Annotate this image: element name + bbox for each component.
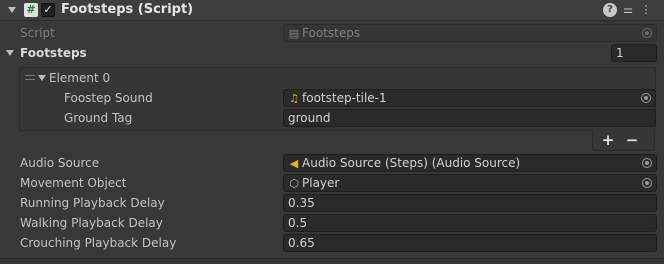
movement-object-label: Movement Object: [20, 176, 127, 190]
walking-delay-label: Walking Playback Delay: [20, 216, 163, 230]
footsteps-label[interactable]: Footsteps: [20, 46, 87, 60]
script-label: Script: [20, 26, 55, 40]
script-field: ▤ Footsteps: [283, 24, 657, 42]
help-icon[interactable]: ?: [603, 3, 617, 17]
music-note-icon: ♫: [289, 92, 299, 105]
ground-tag-label: Ground Tag: [64, 111, 133, 125]
script-file-icon: ▤: [288, 27, 300, 40]
object-picker-icon[interactable]: [642, 178, 652, 188]
script-value: Footsteps: [302, 26, 361, 40]
context-menu-icon[interactable]: ⋮: [639, 3, 653, 17]
object-picker-icon[interactable]: [642, 158, 652, 168]
component-foldout-icon[interactable]: [8, 7, 16, 13]
component-title: Footsteps (Script): [61, 2, 194, 17]
object-picker-icon[interactable]: [641, 93, 651, 103]
audio-source-field[interactable]: ◀ Audio Source (Steps) (Audio Source): [283, 154, 657, 172]
walking-delay-field[interactable]: 0.5: [283, 214, 657, 232]
audio-source-value: Audio Source (Steps) (Audio Source): [302, 156, 521, 170]
audio-source-label: Audio Source: [20, 156, 100, 170]
crouching-delay-label: Crouching Playback Delay: [20, 236, 177, 250]
crouching-delay-field[interactable]: 0.65: [283, 234, 657, 252]
remove-element-button[interactable]: −: [621, 132, 643, 148]
script-component-icon: #: [24, 3, 38, 17]
presets-icon[interactable]: ⚌: [621, 3, 635, 17]
drag-handle-icon[interactable]: [25, 75, 35, 80]
speaker-icon: ◀: [289, 157, 299, 170]
footsteps-size-field[interactable]: 1: [611, 44, 657, 62]
cube-icon: ⬡: [289, 177, 299, 190]
movement-object-field[interactable]: ⬡ Player: [283, 174, 657, 192]
footsteps-foldout-icon[interactable]: [6, 50, 14, 56]
footstep-sound-field[interactable]: ♫ footstep-tile-1: [283, 89, 656, 107]
ground-tag-field[interactable]: ground: [283, 109, 656, 127]
component-enabled-checkbox[interactable]: ✓: [41, 3, 55, 17]
add-element-button[interactable]: +: [597, 132, 619, 148]
footstep-sound-label: Foostep Sound: [64, 91, 153, 105]
object-picker-icon: [642, 28, 652, 38]
component-divider: [0, 258, 664, 259]
element-foldout-icon[interactable]: [38, 75, 46, 81]
running-delay-field[interactable]: 0.35: [283, 194, 657, 212]
running-delay-label: Running Playback Delay: [20, 196, 165, 210]
movement-object-value: Player: [302, 176, 340, 190]
element-label[interactable]: Element 0: [49, 71, 110, 85]
footstep-sound-value: footstep-tile-1: [302, 91, 387, 105]
